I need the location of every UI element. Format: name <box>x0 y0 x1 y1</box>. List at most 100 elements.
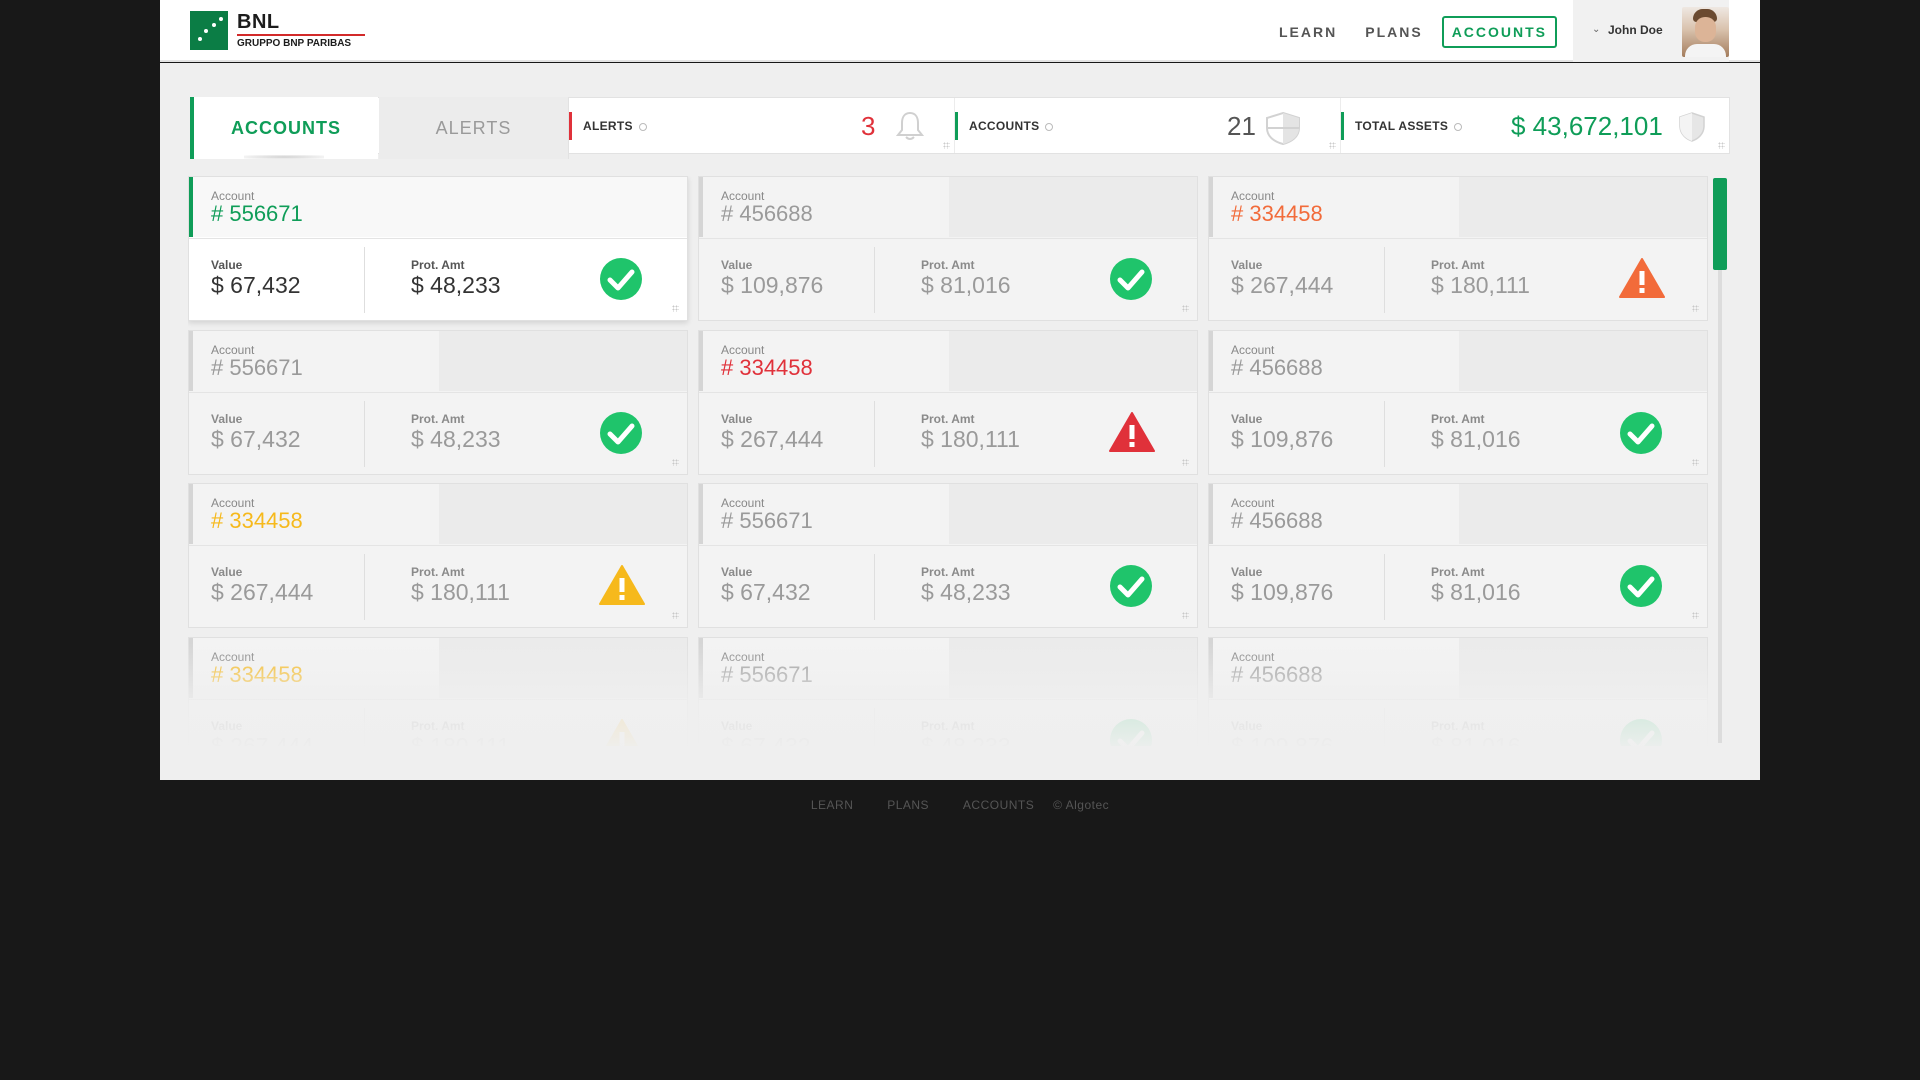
account-number: # 334458 <box>211 508 303 533</box>
bnp-stars-icon <box>190 11 228 50</box>
footer: LEARN PLANS ACCOUNTS © Algotec <box>0 798 1920 812</box>
shields-icon <box>1266 111 1300 146</box>
brand-subtitle: GRUPPO BNP PARIBAS <box>237 37 352 49</box>
chevron-down-icon: ⌄ <box>1592 24 1601 35</box>
account-card[interactable]: Account # 556671 Value $ 67,432 Prot. Am… <box>188 176 688 321</box>
account-number: # 456688 <box>1231 354 1323 380</box>
check-circle-icon <box>1619 564 1663 608</box>
account-card[interactable]: Account # 456688 Value $ 109,876 Prot. A… <box>1208 329 1708 475</box>
stat-accounts[interactable]: ACCOUNTS 21 <box>955 98 1341 153</box>
prot-amt-label: Prot. Amt <box>411 258 465 272</box>
stat-total-assets[interactable]: TOTAL ASSETS $ 43,672,101 <box>1341 98 1729 153</box>
drag-handle[interactable] <box>1692 612 1699 619</box>
prot-amount: $ 180,111 <box>1431 272 1530 298</box>
drag-handle[interactable] <box>672 458 679 466</box>
value-label: Value <box>1231 411 1263 426</box>
nav-accounts[interactable]: ACCOUNTS <box>1441 16 1558 48</box>
info-icon <box>1045 122 1054 131</box>
prot-amount: $ 81,016 <box>1431 579 1521 605</box>
warning-icon <box>1109 411 1155 455</box>
account-value: $ 267,444 <box>721 425 824 452</box>
prot-amt-label: Prot. Amt <box>1431 565 1485 579</box>
account-value: $ 67,432 <box>721 579 811 605</box>
account-number: # 334458 <box>721 354 813 380</box>
warning-icon <box>599 564 645 608</box>
footer-learn[interactable]: LEARN <box>811 798 854 812</box>
tab-accounts[interactable]: ACCOUNTS <box>190 97 378 159</box>
account-card[interactable]: Account # 456688 Value $ 109,876 Prot. A… <box>1208 483 1708 628</box>
account-number: # 556671 <box>211 354 303 380</box>
prot-amt-label: Prot. Amt <box>921 411 975 426</box>
account-number: # 334458 <box>1231 201 1323 226</box>
stat-alerts-label: ALERTS <box>583 119 633 133</box>
footer-plans[interactable]: PLANS <box>887 798 929 812</box>
prot-amount: $ 48,233 <box>411 272 501 298</box>
footer-accounts[interactable]: ACCOUNTS <box>963 798 1034 812</box>
check-circle-icon <box>1109 257 1153 301</box>
drag-handle[interactable] <box>1692 305 1699 312</box>
summary-bar: ACCOUNTS ALERTS ALERTS 3 ACCOUNTS 21 TOT… <box>190 97 1730 159</box>
account-card[interactable]: Account # 334458 Value $ 267,444 Prot. A… <box>1208 176 1708 321</box>
bnl-logo[interactable]: BNL GRUPPO BNP PARIBAS <box>190 11 365 50</box>
prot-amount: $ 81,016 <box>1431 425 1521 452</box>
value-label: Value <box>721 411 753 426</box>
tab-alerts[interactable]: ALERTS <box>379 97 569 159</box>
account-value: $ 109,876 <box>1231 425 1334 452</box>
check-circle-icon <box>1109 564 1153 608</box>
warning-icon <box>1619 257 1665 301</box>
value-label: Value <box>1231 258 1263 272</box>
bell-icon <box>895 111 925 140</box>
drag-handle[interactable] <box>1692 458 1699 466</box>
user-menu[interactable]: ⌄ John Doe <box>1573 0 1729 62</box>
prot-amount: $ 48,233 <box>411 425 501 452</box>
account-value: $ 67,432 <box>211 272 301 298</box>
top-header: BNL GRUPPO BNP PARIBAS LEARN PLANS ACCOU… <box>160 0 1760 62</box>
account-value: $ 109,876 <box>721 272 824 298</box>
prot-amt-label: Prot. Amt <box>921 565 975 579</box>
prot-amt-label: Prot. Amt <box>921 258 975 272</box>
account-card[interactable]: Account # 334458 Value $ 267,444 Prot. A… <box>188 483 688 628</box>
nav-plans[interactable]: PLANS <box>1365 24 1422 40</box>
drag-handle[interactable] <box>1182 458 1189 466</box>
stat-accounts-value: 21 <box>1227 111 1256 141</box>
prot-amount: $ 81,016 <box>921 272 1011 298</box>
account-value: $ 67,432 <box>211 425 301 452</box>
value-label: Value <box>721 565 753 579</box>
account-number: # 456688 <box>1231 508 1323 533</box>
account-card[interactable]: Account # 556671 Value $ 67,432 Prot. Am… <box>698 483 1198 628</box>
info-icon <box>638 122 647 131</box>
prot-amt-label: Prot. Amt <box>1431 258 1485 272</box>
value-label: Value <box>1231 565 1263 579</box>
account-value: $ 267,444 <box>1231 272 1334 298</box>
account-value: $ 109,876 <box>1231 579 1334 605</box>
stat-accounts-label: ACCOUNTS <box>969 119 1040 133</box>
prot-amt-label: Prot. Amt <box>1431 411 1485 426</box>
account-value: $ 267,444 <box>211 579 314 605</box>
check-circle-icon <box>1619 411 1663 455</box>
nav-learn[interactable]: LEARN <box>1279 24 1337 40</box>
info-icon <box>1454 122 1463 131</box>
account-number: # 556671 <box>721 508 813 533</box>
stat-alerts[interactable]: ALERTS 3 <box>569 98 955 153</box>
drag-handle[interactable] <box>672 305 679 312</box>
check-circle-icon <box>599 411 643 455</box>
prot-amount: $ 180,111 <box>921 425 1020 452</box>
account-card[interactable]: Account # 456688 Value $ 109,876 Prot. A… <box>698 176 1198 321</box>
account-number: # 556671 <box>211 201 303 226</box>
prot-amt-label: Prot. Amt <box>411 411 465 426</box>
avatar[interactable] <box>1682 7 1729 57</box>
drag-handle[interactable] <box>1182 612 1189 619</box>
account-card[interactable]: Account # 556671 Value $ 67,432 Prot. Am… <box>188 329 688 475</box>
brand-name: BNL <box>237 10 280 33</box>
drag-handle[interactable] <box>672 612 679 619</box>
user-name: John Doe <box>1608 23 1663 37</box>
value-label: Value <box>211 258 243 272</box>
account-card[interactable]: Account # 334458 Value $ 267,444 Prot. A… <box>698 329 1198 475</box>
value-label: Value <box>721 258 753 272</box>
prot-amount: $ 180,111 <box>411 579 510 605</box>
value-label: Value <box>211 565 243 579</box>
scrollbar-thumb[interactable] <box>1713 178 1727 270</box>
prot-amount: $ 48,233 <box>921 579 1011 605</box>
drag-handle[interactable] <box>1182 305 1189 312</box>
shield-icon <box>1679 112 1705 142</box>
